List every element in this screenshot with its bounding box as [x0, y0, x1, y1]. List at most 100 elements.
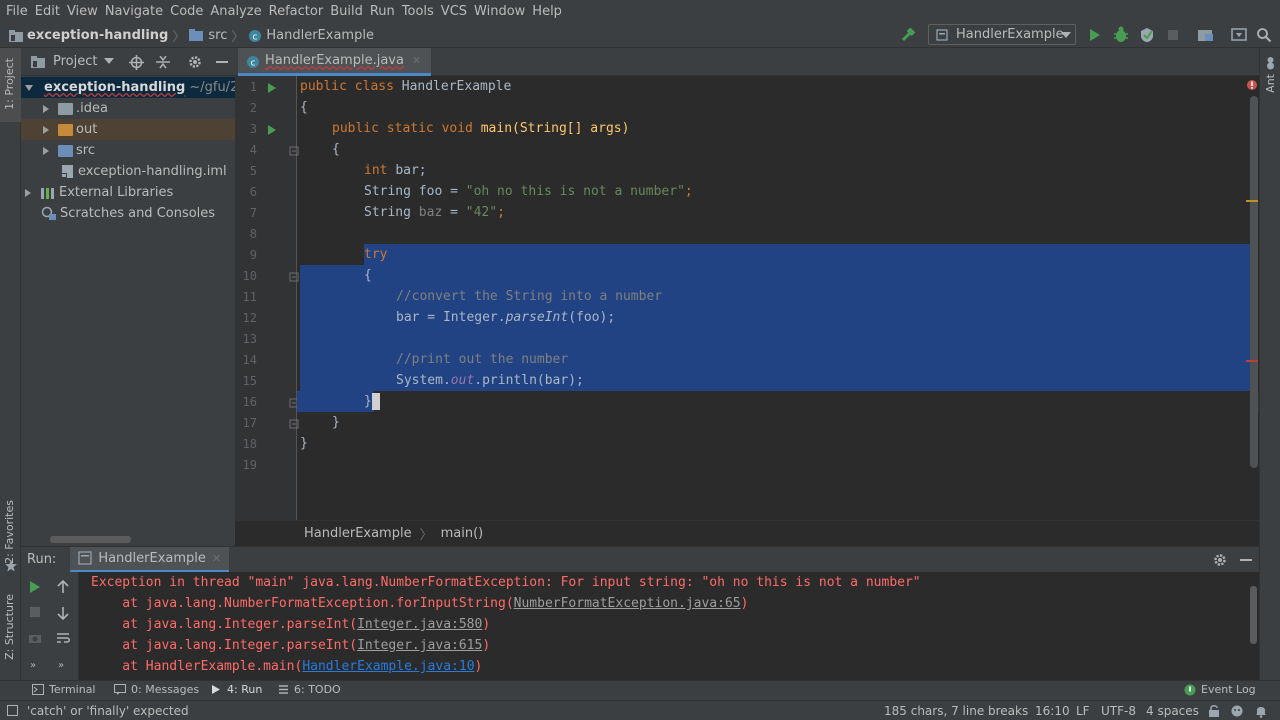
status-caret-position[interactable]: 16:10: [1035, 704, 1070, 718]
breadcrumb-file[interactable]: HandlerExample: [266, 28, 374, 43]
menu-vcs[interactable]: VCS: [441, 4, 467, 19]
run-configuration-select[interactable]: HandlerExample: [928, 24, 1076, 45]
menu-refactor[interactable]: Refactor: [269, 4, 324, 19]
tree-item-label: External Libraries: [59, 185, 174, 200]
error-indicator-icon[interactable]: [1246, 79, 1258, 91]
event-log-button[interactable]: Event Log: [1184, 683, 1256, 696]
menu-analyze[interactable]: Analyze: [210, 4, 261, 19]
event-log-icon: [1184, 684, 1196, 695]
menu-edit[interactable]: Edit: [35, 4, 60, 19]
menu-help[interactable]: Help: [532, 4, 562, 19]
terminal-button[interactable]: Terminal: [32, 683, 96, 696]
line-number: 16: [242, 395, 257, 409]
notifications-icon[interactable]: [1254, 704, 1268, 718]
messages-button[interactable]: 0: Messages: [114, 683, 199, 696]
error-marker[interactable]: [1246, 360, 1258, 362]
stacktrace-link[interactable]: HandlerExample.java:10: [302, 659, 474, 674]
status-encoding[interactable]: UTF-8: [1101, 704, 1136, 718]
tree-item-src[interactable]: src: [21, 140, 235, 161]
ant-icon: [1267, 57, 1274, 70]
more-icon[interactable]: »: [30, 660, 36, 671]
lock-icon[interactable]: [1208, 704, 1220, 718]
menu-file[interactable]: File: [6, 4, 28, 19]
tree-item-root[interactable]: exception-handling ~/gfu/20: [21, 77, 235, 98]
minimize-icon[interactable]: [1240, 559, 1252, 562]
minimize-icon[interactable]: [216, 61, 228, 64]
menu-bar: File Edit View Navigate Code Analyze Ref…: [0, 0, 1280, 22]
status-indent[interactable]: 4 spaces: [1146, 704, 1199, 718]
coverage-icon[interactable]: [1139, 27, 1155, 43]
code-editor[interactable]: public class HandlerExample { public sta…: [297, 76, 1257, 520]
tree-item-out[interactable]: out: [21, 119, 235, 140]
tree-item-external-libraries[interactable]: External Libraries: [21, 182, 235, 203]
breadcrumb-class[interactable]: HandlerExample: [304, 526, 412, 541]
rerun-icon[interactable]: [29, 580, 41, 594]
tree-item-iml[interactable]: exception-handling.iml: [21, 161, 235, 182]
run-gutter-icon[interactable]: [267, 124, 277, 136]
build-hammer-icon[interactable]: [900, 27, 916, 43]
soft-wrap-icon[interactable]: [56, 632, 70, 644]
structure-stripe-button[interactable]: Z: Structure: [3, 594, 16, 660]
run-tool-button[interactable]: 4: Run: [211, 683, 262, 696]
run-icon[interactable]: [1088, 27, 1102, 43]
tree-item-label: .idea: [76, 101, 108, 116]
breadcrumb-project[interactable]: exception-handling: [27, 28, 168, 43]
todo-button[interactable]: 6: TODO: [278, 683, 341, 696]
text-caret: [372, 393, 380, 410]
library-icon: [41, 187, 54, 199]
console-output[interactable]: Exception in thread "main" java.lang.Num…: [79, 572, 1259, 680]
excluded-folder-icon: [58, 123, 73, 136]
stacktrace-link[interactable]: NumberFormatException.java:65: [514, 596, 741, 611]
console-scrollbar[interactable]: [1250, 586, 1257, 644]
tab-handler-example[interactable]: c HandlerExample.java ✕: [238, 48, 432, 76]
horizontal-scrollbar[interactable]: [50, 536, 131, 543]
stop-icon[interactable]: [1166, 28, 1180, 42]
warning-marker[interactable]: [1246, 200, 1258, 202]
ant-stripe-button[interactable]: Ant: [1264, 74, 1277, 93]
menu-code[interactable]: Code: [170, 4, 203, 19]
menu-run[interactable]: Run: [370, 4, 395, 19]
collapse-all-icon[interactable]: [156, 56, 170, 69]
favorites-stripe-button[interactable]: 2: Favorites: [3, 500, 16, 564]
tree-item-scratches[interactable]: Scratches and Consoles: [21, 203, 235, 224]
inspector-icon[interactable]: [1230, 704, 1244, 718]
run-gutter-icon[interactable]: [267, 82, 277, 94]
status-line-separator[interactable]: LF: [1076, 704, 1090, 718]
arrow-up-icon[interactable]: [57, 580, 69, 594]
close-icon[interactable]: ✕: [412, 54, 421, 67]
stop-icon[interactable]: [29, 606, 41, 618]
search-everywhere-icon[interactable]: [1256, 27, 1272, 43]
camera-icon[interactable]: [28, 632, 42, 644]
menu-navigate[interactable]: Navigate: [105, 4, 163, 19]
breadcrumb-method[interactable]: main(): [441, 526, 484, 541]
locate-target-icon[interactable]: [129, 55, 144, 70]
line-number: 12: [242, 311, 257, 325]
code-line: bar = Integer.parseInt(foo);: [396, 310, 616, 325]
menu-window[interactable]: Window: [474, 4, 525, 19]
chevron-down-icon[interactable]: [104, 58, 115, 65]
code-line: {: [364, 268, 372, 283]
gear-icon[interactable]: [188, 55, 202, 69]
breadcrumb-folder[interactable]: src: [208, 28, 227, 43]
more-icon[interactable]: »: [58, 660, 64, 671]
close-icon[interactable]: ✕: [212, 552, 221, 565]
menu-build[interactable]: Build: [330, 4, 363, 19]
project-panel-title[interactable]: Project: [53, 54, 97, 69]
stacktrace-link[interactable]: Integer.java:580: [357, 617, 482, 632]
star-icon: [5, 560, 17, 572]
stacktrace-link[interactable]: Integer.java:615: [357, 638, 482, 653]
gear-icon[interactable]: [1213, 553, 1227, 567]
tree-item-idea[interactable]: .idea: [21, 98, 235, 119]
toggle-tool-windows-icon[interactable]: [7, 705, 18, 716]
code-line: public class HandlerExample: [300, 79, 512, 94]
editor-vertical-scrollbar[interactable]: [1250, 96, 1258, 468]
arrow-down-icon[interactable]: [57, 606, 69, 620]
run-tab[interactable]: HandlerExample ✕: [70, 546, 230, 573]
debug-icon[interactable]: [1113, 26, 1129, 43]
code-line: }: [332, 415, 340, 430]
project-structure-icon[interactable]: [1198, 28, 1214, 42]
project-stripe-button[interactable]: 1: Project: [0, 48, 21, 122]
menu-tools[interactable]: Tools: [402, 4, 434, 19]
presentation-icon[interactable]: [1231, 28, 1247, 42]
menu-view[interactable]: View: [67, 4, 98, 19]
